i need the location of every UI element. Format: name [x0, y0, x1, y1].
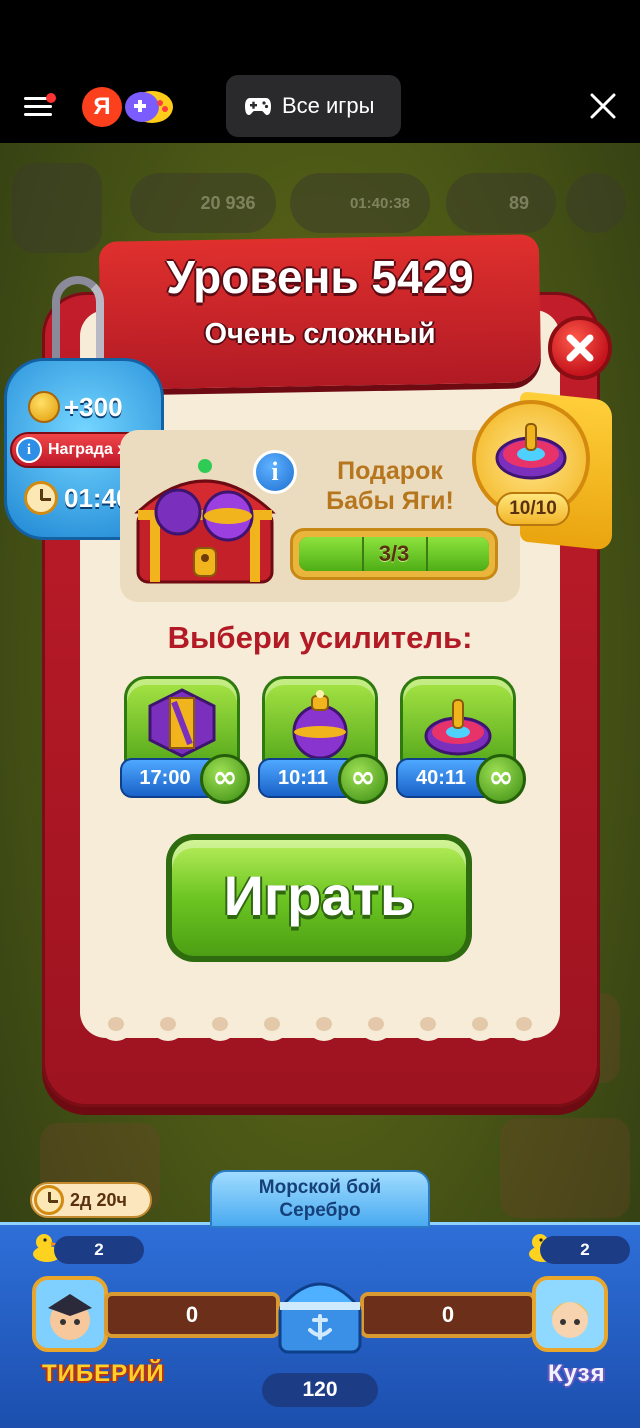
choose-booster-label: Выбери усилитель:: [167, 620, 473, 655]
event-timer: 2д 20ч: [30, 1182, 152, 1218]
right-player-avatar[interactable]: [532, 1276, 608, 1352]
left-player-name: ТИБЕРИЙ: [42, 1360, 165, 1387]
coin-icon: [28, 391, 60, 423]
info-icon: i: [16, 437, 42, 463]
bg-side-panel: [500, 1118, 630, 1218]
bg-player-avatar: [12, 163, 102, 253]
popup-close-button[interactable]: [548, 316, 612, 380]
left-player-avatar[interactable]: [32, 1276, 108, 1352]
progress-label: 3/3: [378, 541, 410, 566]
notification-dot: [46, 93, 56, 103]
browser-top-bar: Я Все игры: [0, 0, 640, 143]
panel-scallop: [98, 1005, 134, 1041]
bg-coins-counter: 20 936: [130, 173, 276, 233]
play-button-label: Играть: [172, 840, 466, 956]
right-score-bar: 0: [360, 1292, 536, 1338]
booster-spinning-top[interactable]: 40:11 ∞: [396, 676, 526, 804]
spinning-top-icon: [424, 699, 492, 756]
bg-coins-value: 20 936: [200, 192, 256, 213]
panel-scallop: [462, 1005, 498, 1041]
panel-scallop: [358, 1005, 394, 1041]
clock-icon: [34, 1185, 64, 1215]
close-icon: [566, 334, 594, 362]
bg-lives-timer: 01:40:38: [349, 194, 411, 212]
event-timer-value: 2д 20ч: [70, 1189, 127, 1210]
play-button[interactable]: Играть: [166, 834, 472, 962]
event-tab[interactable]: Морской бой Серебро: [210, 1170, 430, 1228]
infinity-icon: ∞: [476, 754, 526, 804]
bg-settings-icon: [566, 173, 626, 233]
close-icon[interactable]: [590, 93, 616, 119]
infinity-icon: ∞: [200, 754, 250, 804]
clock-icon: [24, 481, 58, 515]
bg-stars-counter: 89: [446, 173, 556, 233]
gift-info-button[interactable]: i: [253, 450, 297, 494]
panel-scallop: [150, 1005, 186, 1041]
hexagon-rocket-icon: [148, 688, 216, 758]
all-games-label: Все игры: [282, 93, 375, 118]
booster-bomb[interactable]: 10:11 ∞: [258, 676, 388, 804]
all-games-button[interactable]: Все игры: [226, 75, 401, 137]
bomb-icon: [292, 690, 348, 760]
right-ducks-count: 2: [540, 1236, 630, 1264]
right-player-name: Кузя: [548, 1360, 606, 1387]
boy-avatar-icon: [36, 1280, 104, 1348]
panel-scallop: [202, 1005, 238, 1041]
gamepad-logo-icon[interactable]: [124, 86, 174, 126]
event-chest-icon[interactable]: [272, 1266, 368, 1358]
menu-icon[interactable]: [24, 93, 56, 119]
panel-scallop: [306, 1005, 342, 1041]
gift-title: Подарок Бабы Яги!: [326, 457, 454, 515]
booster-hexagon-rocket[interactable]: 17:00 ∞: [120, 676, 250, 804]
yandex-logo[interactable]: Я: [82, 87, 122, 127]
level-difficulty: Очень сложный: [204, 318, 436, 350]
event-subtitle: Серебро: [279, 1200, 361, 1221]
gamepad-icon: [245, 98, 271, 115]
event-title: Морской бой: [258, 1177, 382, 1198]
left-ducks-count: 2: [54, 1236, 144, 1264]
bg-stars-value: 89: [508, 192, 530, 213]
infinity-icon: ∞: [338, 754, 388, 804]
panel-scallop: [254, 1005, 290, 1041]
left-score-bar: 0: [104, 1292, 280, 1338]
side-counter: 10/10: [496, 492, 570, 526]
panel-scallop: [410, 1005, 446, 1041]
level-title: Уровень 5429: [166, 251, 474, 303]
reward-coins: +300: [28, 388, 148, 426]
gift-progress-bar: 3/3: [290, 528, 498, 580]
girl-avatar-icon: [536, 1280, 604, 1348]
reward-coins-value: +300: [64, 391, 123, 422]
event-total: 120: [262, 1373, 378, 1407]
panel-scallop: [506, 1005, 542, 1041]
bg-lives-counter: 01:40:38: [290, 173, 430, 233]
